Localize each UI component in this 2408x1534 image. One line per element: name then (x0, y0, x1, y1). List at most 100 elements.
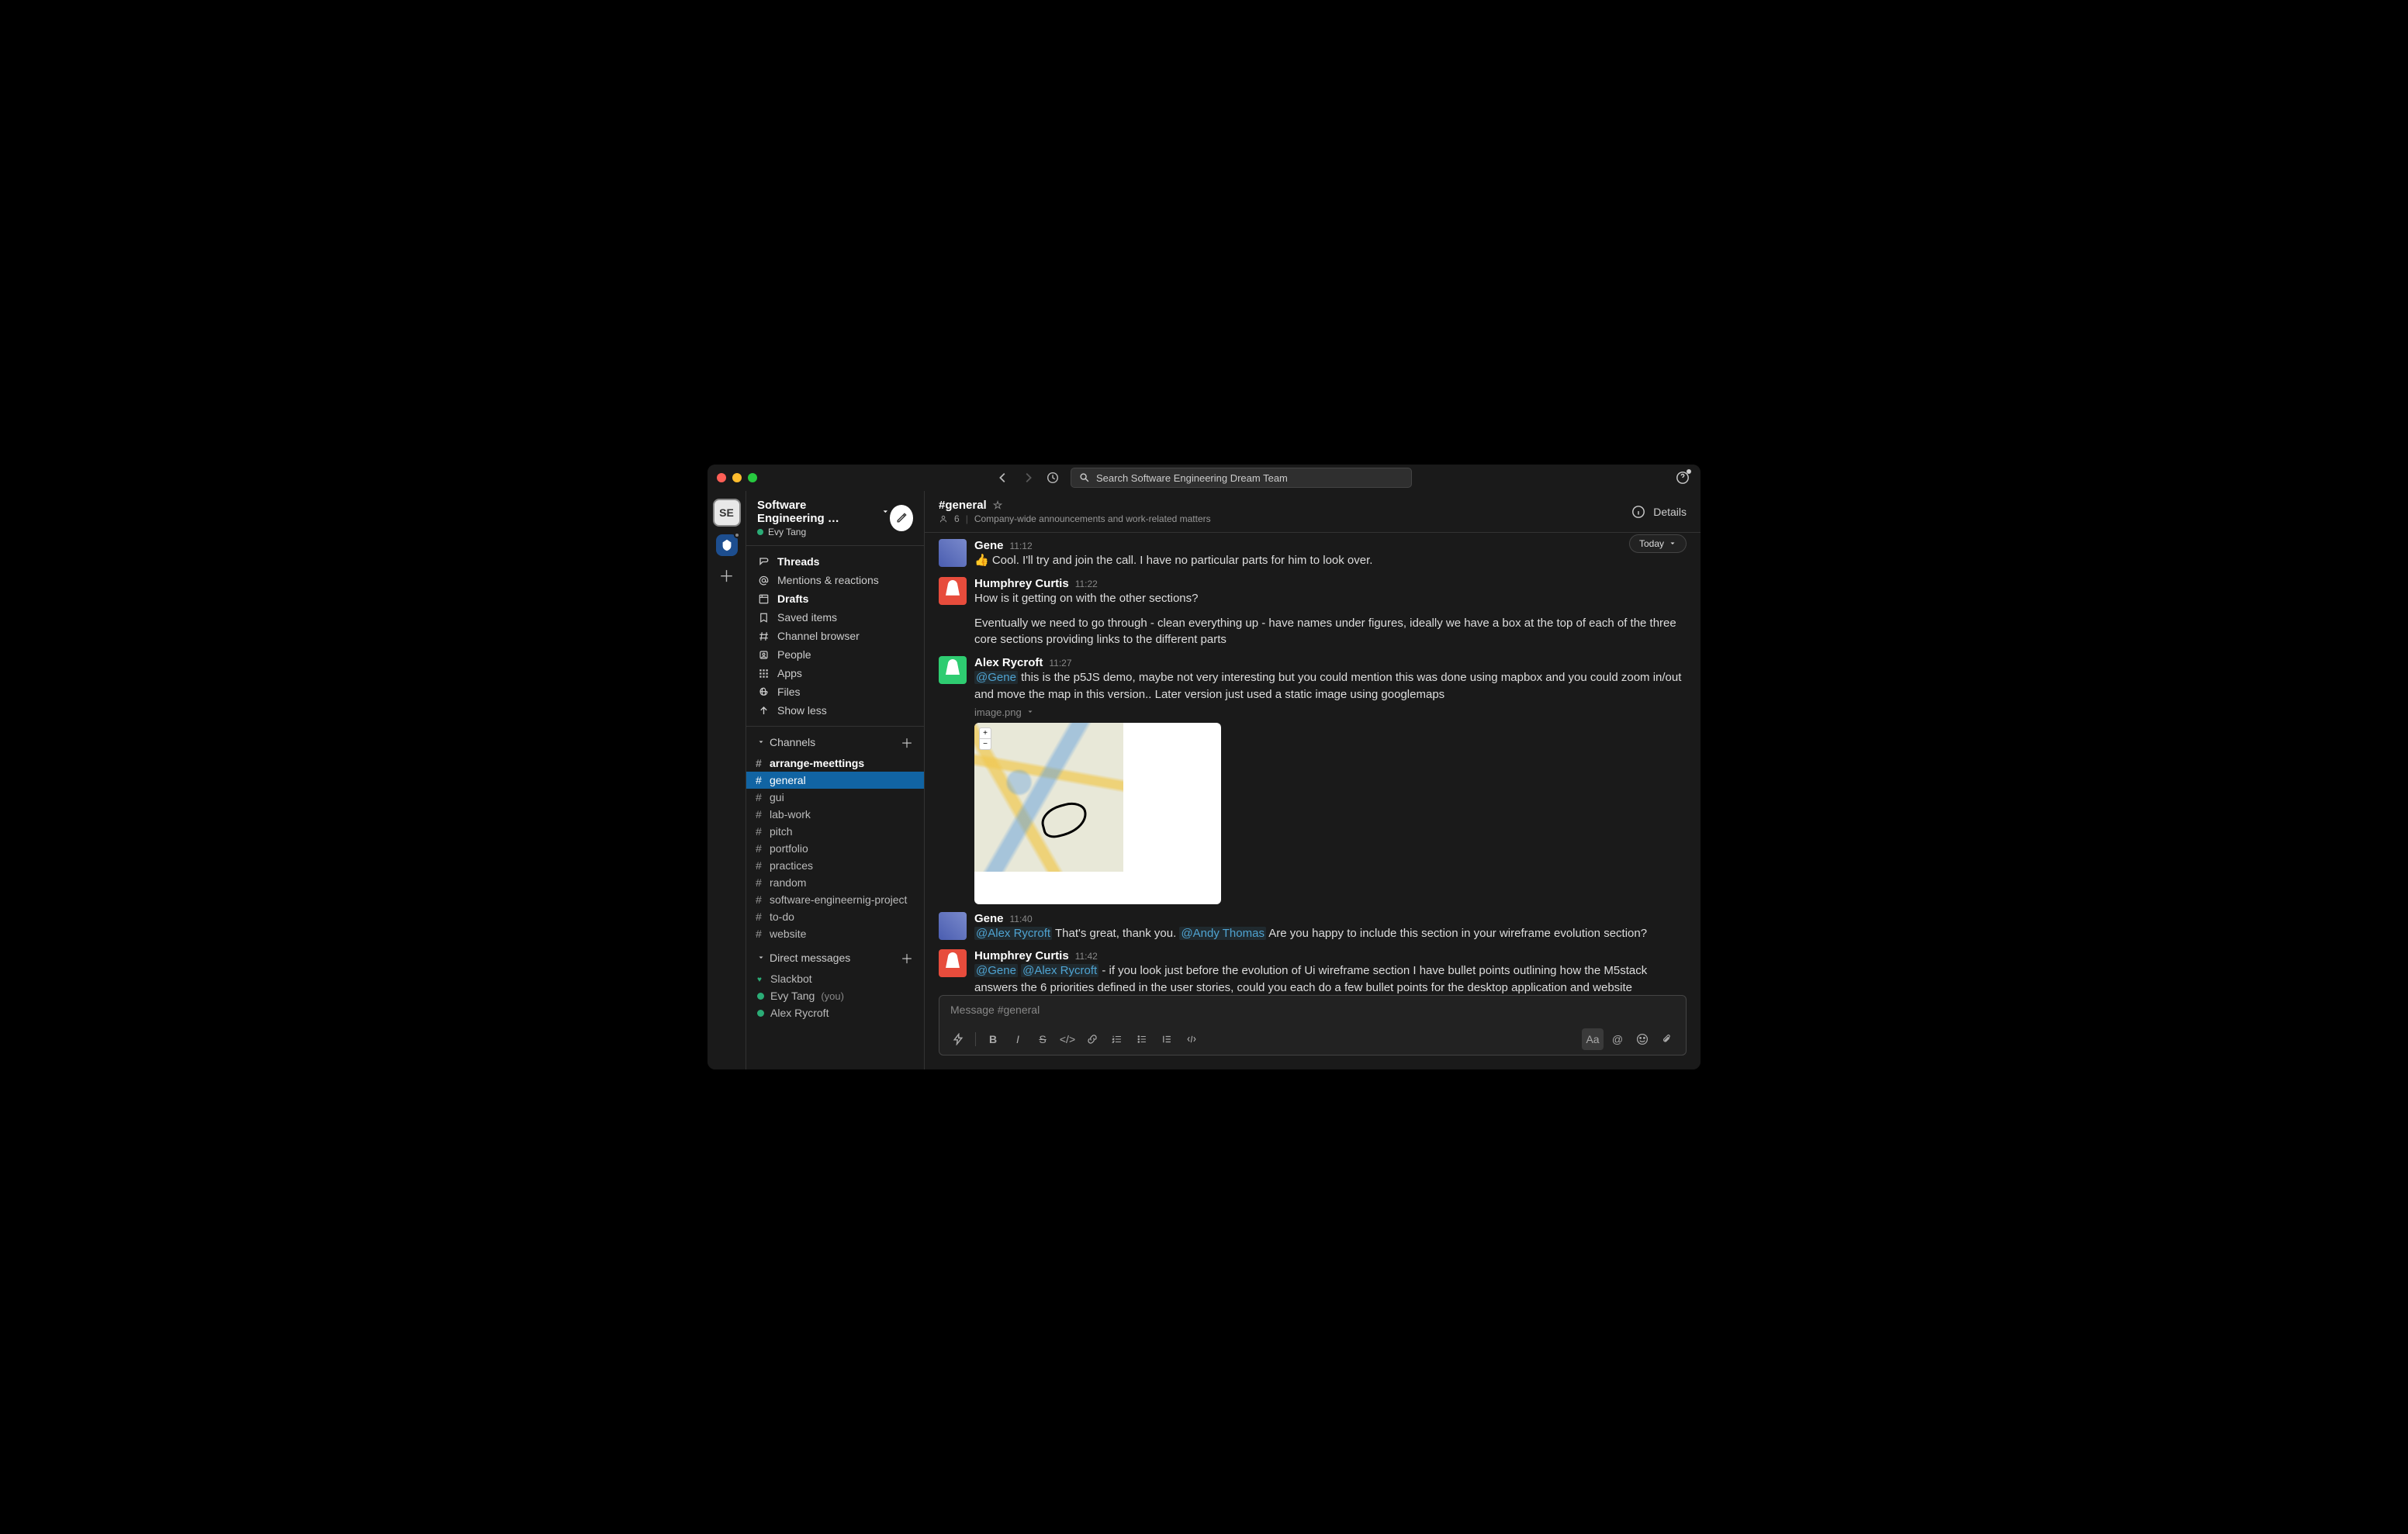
message-author[interactable]: Humphrey Curtis (974, 577, 1069, 590)
mention[interactable]: @Andy Thomas (1179, 927, 1266, 940)
bold-button[interactable]: B (982, 1028, 1004, 1050)
history-button[interactable] (1046, 471, 1060, 485)
nav-item-apps[interactable]: Apps (746, 664, 924, 682)
hash-icon: # (756, 808, 762, 821)
minimize-window-button[interactable] (732, 473, 742, 482)
emoji-button[interactable] (1631, 1028, 1653, 1050)
messages-pane[interactable]: Today Gene 11:12 👍 Cool. I'll try and jo… (925, 533, 1700, 995)
add-dm-button[interactable]: ＋ (901, 948, 913, 967)
attachment-label[interactable]: image.png (974, 707, 1687, 718)
mention-button[interactable]: @ (1607, 1028, 1628, 1050)
dm-item[interactable]: Alex Rycroft (746, 1004, 924, 1021)
avatar[interactable] (939, 656, 967, 684)
hash-icon: # (756, 876, 762, 889)
avatar[interactable] (939, 577, 967, 605)
formatting-toggle-button[interactable]: Aa (1582, 1028, 1604, 1050)
avatar[interactable] (939, 539, 967, 567)
code-button[interactable]: </> (1057, 1028, 1078, 1050)
titlebar: Search Software Engineering Dream Team (708, 465, 1700, 491)
avatar[interactable] (939, 912, 967, 940)
channel-item-software-engineernig-project[interactable]: #software-engineernig-project (746, 891, 924, 908)
message-text: @Alex Rycroft That's great, thank you. @… (974, 925, 1687, 942)
add-channel-button[interactable]: ＋ (901, 733, 913, 751)
dm-name: Alex Rycroft (770, 1007, 829, 1019)
message-text: @Gene @Alex Rycroft - if you look just b… (974, 962, 1687, 995)
nav-item-files[interactable]: Files (746, 682, 924, 701)
workspace-header[interactable]: Software Engineering … Evy Tang (746, 491, 924, 546)
channel-item-pitch[interactable]: #pitch (746, 823, 924, 840)
message-composer[interactable]: Message #general B I S </> (939, 995, 1687, 1055)
date-jumper[interactable]: Today (1629, 534, 1687, 553)
compose-button[interactable] (890, 505, 913, 531)
channel-item-arrange-meettings[interactable]: #arrange-meettings (746, 755, 924, 772)
shortcuts-button[interactable] (947, 1028, 969, 1050)
nav-item-saved[interactable]: Saved items (746, 608, 924, 627)
dms-header-label: Direct messages (770, 952, 850, 964)
channel-item-general[interactable]: #general (746, 772, 924, 789)
channel-item-practices[interactable]: #practices (746, 857, 924, 874)
star-channel-button[interactable]: ☆ (993, 499, 1003, 512)
blockquote-button[interactable] (1156, 1028, 1178, 1050)
nav-item-mentions[interactable]: Mentions & reactions (746, 571, 924, 589)
channel-name[interactable]: #general (939, 499, 987, 512)
italic-button[interactable]: I (1007, 1028, 1029, 1050)
channels-section: Channels ＋ #arrange-meettings#general#gu… (746, 727, 924, 942)
channel-item-gui[interactable]: #gui (746, 789, 924, 806)
message-author[interactable]: Humphrey Curtis (974, 949, 1069, 962)
nav-item-threads[interactable]: Threads (746, 552, 924, 571)
sidebar: Software Engineering … Evy Tang ThreadsM… (746, 491, 925, 1069)
channel-item-to-do[interactable]: #to-do (746, 908, 924, 925)
search-input[interactable]: Search Software Engineering Dream Team (1071, 468, 1412, 488)
help-button[interactable] (1676, 471, 1690, 485)
code-block-button[interactable] (1181, 1028, 1202, 1050)
message-author[interactable]: Gene (974, 912, 1004, 925)
workspace-switcher-secondary[interactable] (716, 534, 738, 556)
message-author[interactable]: Alex Rycroft (974, 656, 1043, 669)
mention[interactable]: @Gene (974, 671, 1018, 684)
hash-icon: # (756, 859, 762, 872)
nav-item-show-less[interactable]: Show less (746, 701, 924, 720)
mention[interactable]: @Gene (974, 964, 1018, 977)
nav-item-label: People (777, 648, 811, 661)
channels-toggle[interactable]: Channels (757, 736, 815, 748)
workspace-switcher-primary[interactable]: SE (713, 499, 741, 527)
image-attachment[interactable]: +− (974, 723, 1221, 904)
member-count[interactable]: 6 (954, 513, 960, 524)
history-back-button[interactable] (996, 471, 1010, 485)
message-row: Humphrey Curtis 11:42 @Gene @Alex Rycrof… (939, 949, 1687, 995)
drafts-icon (757, 593, 770, 605)
dm-item[interactable]: Evy Tang (you) (746, 987, 924, 1004)
dms-toggle[interactable]: Direct messages (757, 952, 850, 964)
mention[interactable]: @Alex Rycroft (1021, 964, 1098, 977)
nav-item-drafts[interactable]: Drafts (746, 589, 924, 608)
add-workspace-button[interactable]: ＋ (719, 564, 735, 586)
info-icon[interactable] (1631, 505, 1645, 519)
strikethrough-button[interactable]: S (1032, 1028, 1054, 1050)
link-button[interactable] (1081, 1028, 1103, 1050)
message-author[interactable]: Gene (974, 539, 1004, 552)
history-forward-button[interactable] (1021, 471, 1035, 485)
close-window-button[interactable] (717, 473, 726, 482)
details-button[interactable]: Details (1653, 506, 1687, 518)
attach-button[interactable] (1656, 1028, 1678, 1050)
maximize-window-button[interactable] (748, 473, 757, 482)
dm-item[interactable]: ♥Slackbot (746, 970, 924, 987)
mention[interactable]: @Alex Rycroft (974, 927, 1052, 940)
nav-item-people[interactable]: People (746, 645, 924, 664)
channel-item-random[interactable]: # random (746, 874, 924, 891)
avatar[interactable] (939, 949, 967, 977)
chevron-down-icon (881, 507, 890, 517)
ordered-list-button[interactable] (1106, 1028, 1128, 1050)
workspace-rail: SE ＋ (708, 491, 746, 1069)
composer-input[interactable]: Message #general (939, 996, 1686, 1024)
channel-item-portfolio[interactable]: #portfolio (746, 840, 924, 857)
channel-topic[interactable]: Company-wide announcements and work-rela… (974, 513, 1211, 524)
channel-label: software-engineernig-project (770, 893, 907, 906)
nav-item-channel-browser[interactable]: Channel browser (746, 627, 924, 645)
channel-item-lab-work[interactable]: #lab-work (746, 806, 924, 823)
channel-item-website[interactable]: #website (746, 925, 924, 942)
message-row: Humphrey Curtis 11:22 How is it getting … (939, 577, 1687, 648)
bullet-list-button[interactable] (1131, 1028, 1153, 1050)
channel-label: random (770, 876, 806, 889)
workspace-name: Software Engineering … (757, 499, 877, 525)
